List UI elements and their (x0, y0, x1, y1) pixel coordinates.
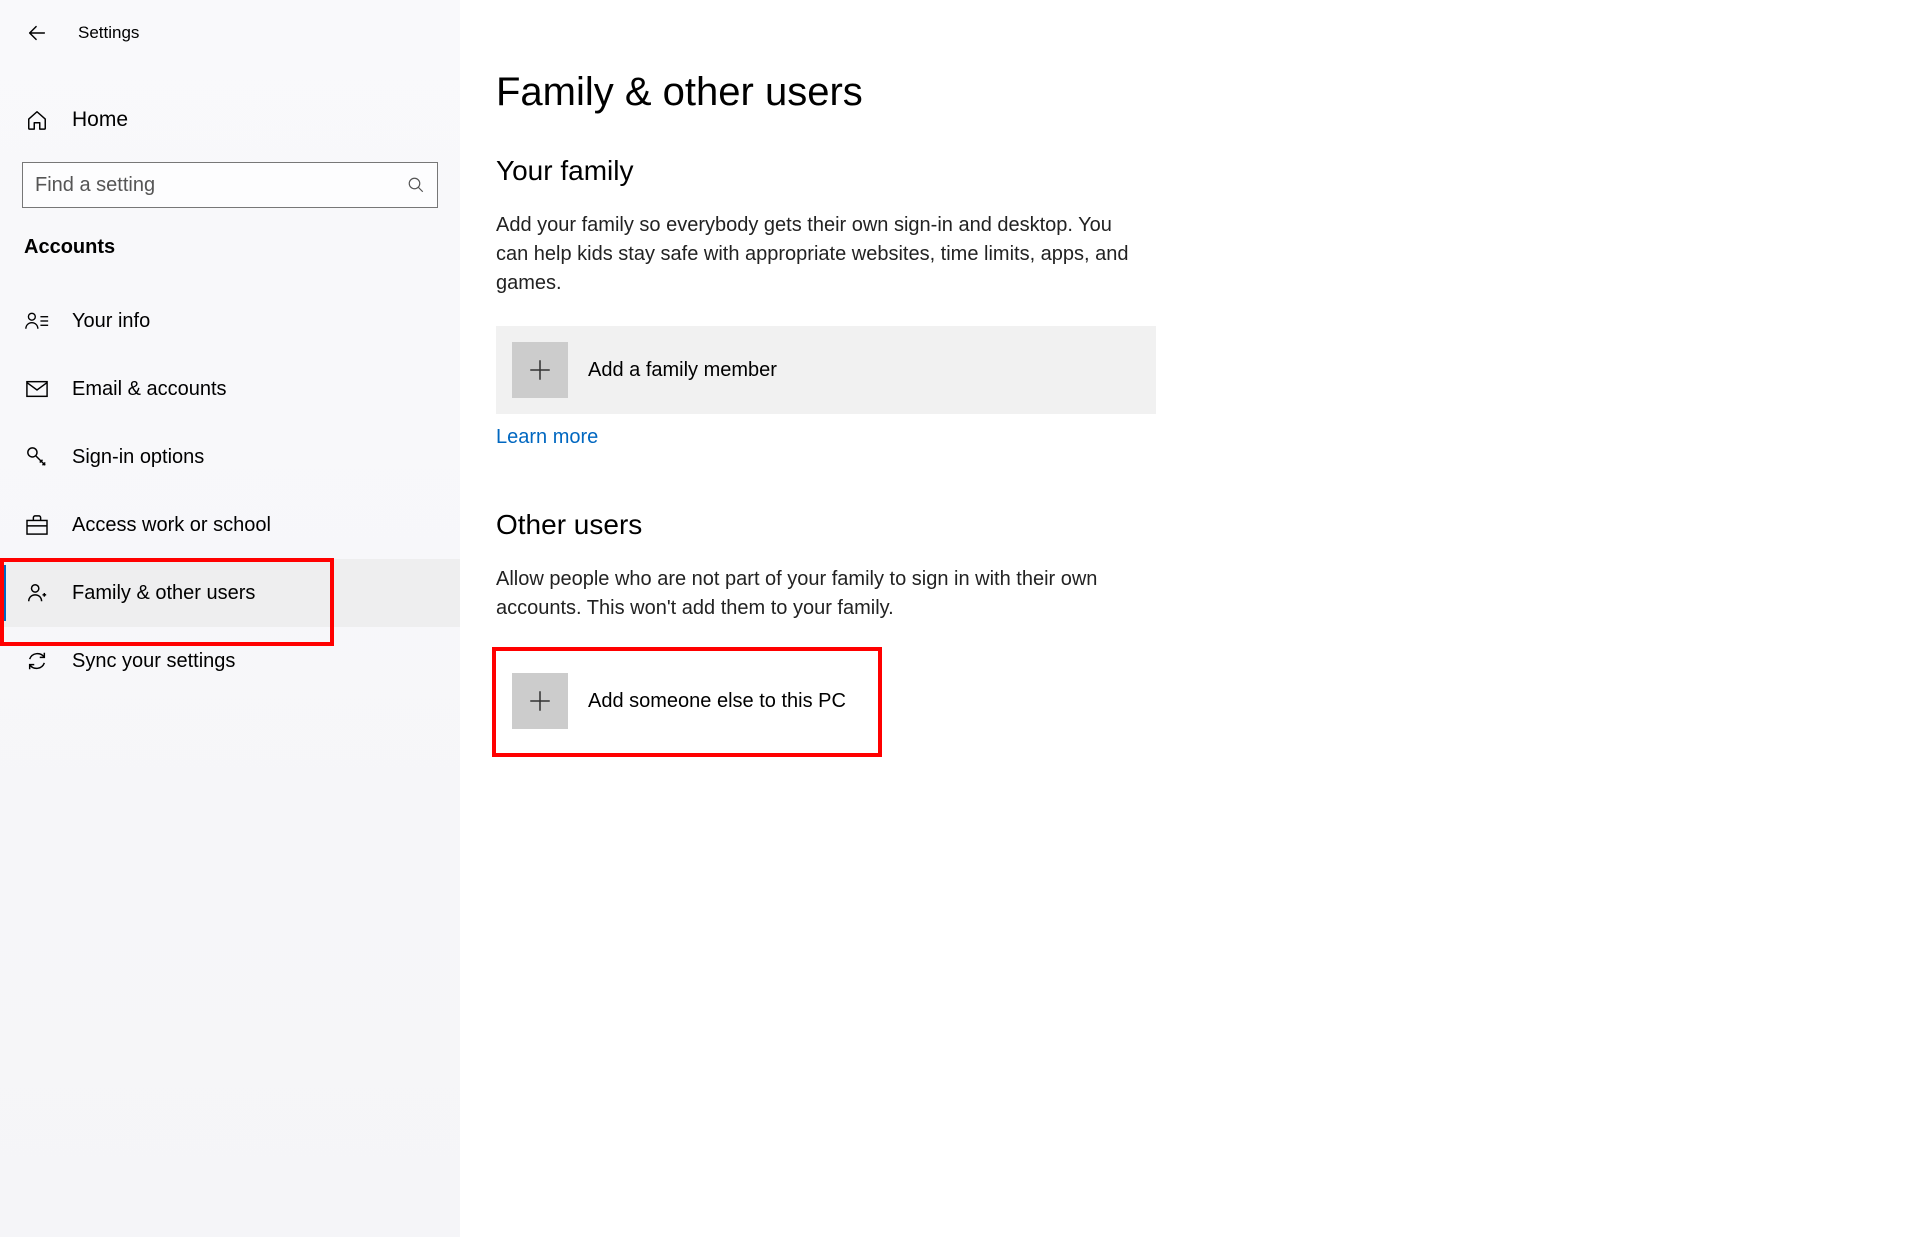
search-box[interactable] (22, 162, 438, 208)
sidebar: Settings Home Accounts Your info (0, 0, 460, 1237)
sidebar-item-label: Your info (72, 310, 150, 333)
sidebar-item-label: Sign-in options (72, 446, 204, 469)
family-description: Add your family so everybody gets their … (496, 211, 1136, 298)
sidebar-item-label: Family & other users (72, 582, 255, 605)
home-icon (24, 109, 50, 131)
titlebar-title: Settings (78, 23, 139, 43)
sidebar-item-work-school[interactable]: Access work or school (0, 491, 460, 559)
sidebar-home[interactable]: Home (0, 86, 460, 154)
page-title: Family & other users (496, 70, 1848, 115)
user-info-icon (24, 311, 50, 331)
arrow-left-icon (26, 22, 48, 44)
plus-icon (512, 673, 568, 729)
sidebar-item-email-accounts[interactable]: Email & accounts (0, 355, 460, 423)
add-someone-else-button[interactable]: Add someone else to this PC (496, 651, 1156, 751)
sidebar-item-your-info[interactable]: Your info (0, 287, 460, 355)
sidebar-item-family-other-users[interactable]: Family & other users (0, 559, 460, 627)
main-content: Family & other users Your family Add you… (460, 0, 1908, 1237)
mail-icon (24, 380, 50, 398)
users-icon (24, 582, 50, 604)
other-users-description: Allow people who are not part of your fa… (496, 565, 1136, 623)
sidebar-item-sync-settings[interactable]: Sync your settings (0, 627, 460, 695)
add-someone-label: Add someone else to this PC (588, 690, 846, 713)
briefcase-icon (24, 515, 50, 535)
titlebar: Settings (0, 10, 460, 56)
sync-icon (24, 650, 50, 672)
sidebar-item-label: Sync your settings (72, 650, 235, 673)
sidebar-item-label: Access work or school (72, 514, 271, 537)
back-button[interactable] (24, 20, 50, 46)
plus-icon (512, 342, 568, 398)
sidebar-section-label: Accounts (0, 236, 460, 259)
search-icon (407, 176, 425, 194)
family-heading: Your family (496, 155, 1848, 187)
key-icon (24, 446, 50, 468)
search-input[interactable] (35, 174, 407, 197)
add-family-member-button[interactable]: Add a family member (496, 326, 1156, 414)
sidebar-item-signin-options[interactable]: Sign-in options (0, 423, 460, 491)
home-label: Home (72, 108, 128, 132)
other-users-heading: Other users (496, 509, 1848, 541)
learn-more-link[interactable]: Learn more (496, 426, 598, 449)
add-family-label: Add a family member (588, 359, 777, 382)
sidebar-item-label: Email & accounts (72, 378, 227, 401)
